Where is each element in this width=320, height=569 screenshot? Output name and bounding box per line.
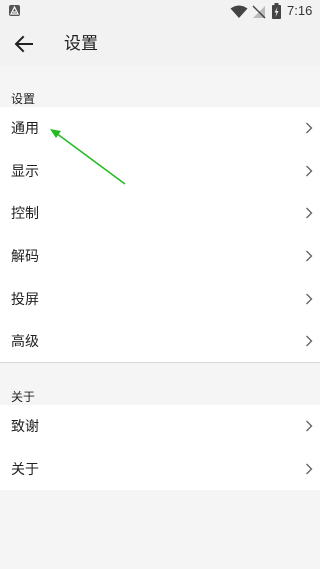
notification-icon [9, 5, 20, 16]
about-list: 致谢 关于 [0, 405, 320, 491]
list-item-label: 显示 [11, 163, 39, 180]
list-item-label: 投屏 [11, 291, 39, 308]
list-item-label: 解码 [11, 249, 39, 266]
wifi-icon [230, 4, 248, 23]
settings-list: 通用 显示 控制 解码 投屏 高级 [0, 107, 320, 363]
back-button[interactable] [12, 32, 36, 56]
chevron-right-icon [306, 335, 313, 347]
list-item-decode[interactable]: 解码 [0, 235, 320, 278]
page-title: 设置 [64, 34, 98, 54]
chevron-right-icon [306, 165, 313, 177]
list-item-label: 致谢 [11, 419, 39, 436]
chevron-right-icon [306, 293, 313, 305]
app-bar: 设置 [0, 22, 320, 66]
chevron-right-icon [306, 463, 313, 475]
list-item-label: 关于 [11, 461, 39, 478]
section-header-about: 关于 [11, 390, 36, 404]
list-item-general[interactable]: 通用 [0, 107, 320, 150]
chevron-right-icon [306, 420, 313, 432]
status-time: 7:16 [287, 3, 313, 18]
list-item-label: 高级 [11, 334, 39, 351]
chevron-right-icon [306, 207, 313, 219]
battery-charging-icon [272, 3, 281, 23]
list-item-label: 通用 [11, 121, 39, 138]
list-item-acknowledgements[interactable]: 致谢 [0, 405, 320, 448]
list-item-label: 控制 [11, 206, 39, 223]
section-divider [0, 362, 320, 363]
list-item-display[interactable]: 显示 [0, 150, 320, 193]
settings-screen: 7:16 设置 设置 通用 显示 控制 解码 投屏 高级 关于 致谢 关于 [0, 0, 320, 569]
list-item-advanced[interactable]: 高级 [0, 320, 320, 363]
arrow-back-icon [14, 35, 33, 53]
no-signal-icon [252, 4, 266, 23]
list-item-about[interactable]: 关于 [0, 448, 320, 491]
status-bar: 7:16 [0, 0, 320, 22]
chevron-right-icon [306, 250, 313, 262]
list-item-cast[interactable]: 投屏 [0, 277, 320, 320]
section-header-settings: 设置 [11, 92, 36, 106]
chevron-right-icon [306, 122, 313, 134]
list-item-control[interactable]: 控制 [0, 192, 320, 235]
